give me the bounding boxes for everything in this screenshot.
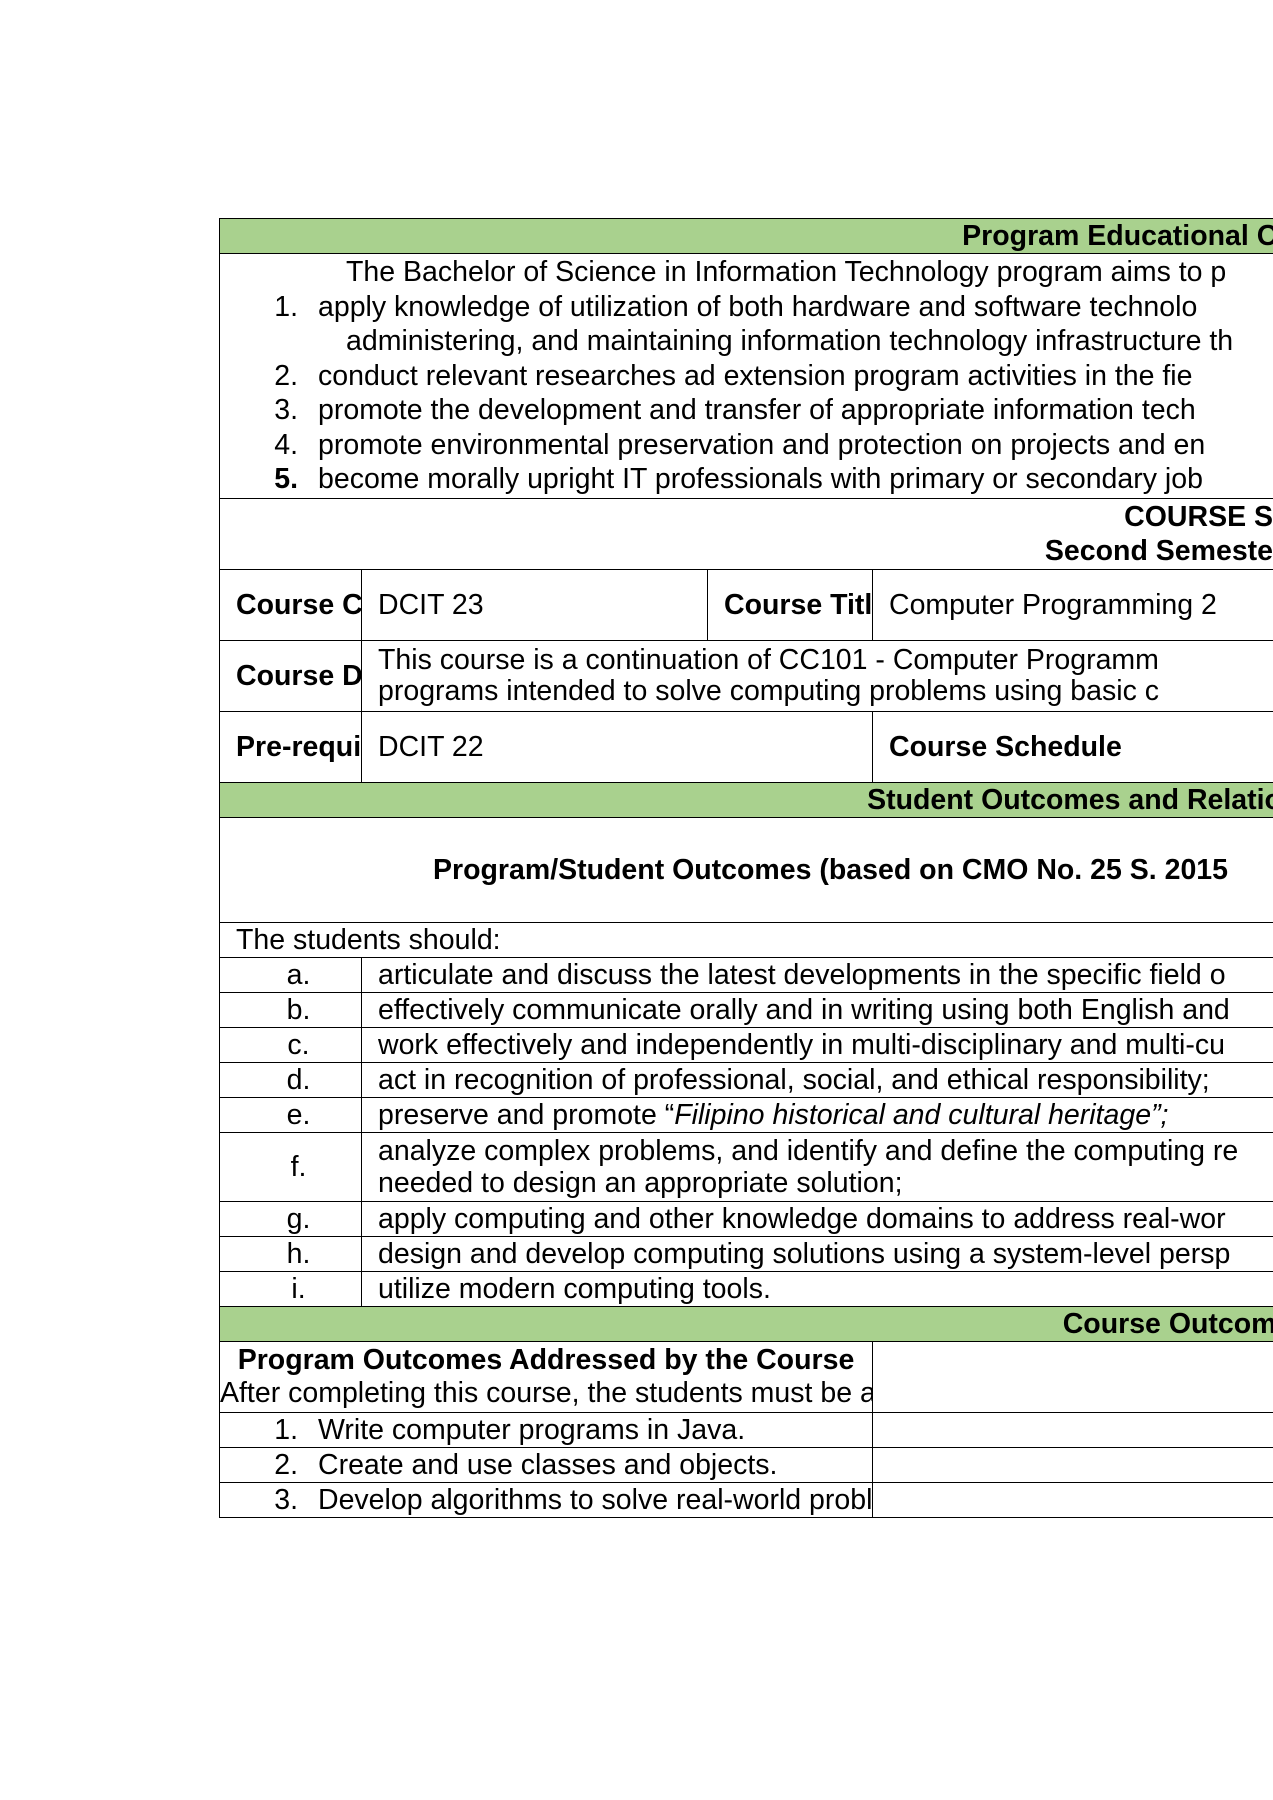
semester-label: Second Semeste xyxy=(1044,535,1273,567)
outcome-letter: f. xyxy=(219,1132,362,1202)
student-outcomes-header: Student Outcomes and Relationship xyxy=(219,782,1273,818)
outcome-letter: c. xyxy=(219,1027,362,1063)
peo-item-1: 1. apply knowledge of utilization of both… xyxy=(274,290,1198,323)
course-outcomes-subheader: Program Outcomes Addressed by the Course xyxy=(237,1344,855,1376)
prerequisites: DCIT 22 xyxy=(361,711,873,783)
peo-item-1-continued: administering, and maintaining informati… xyxy=(346,325,1234,358)
course-title-label: Course Title xyxy=(707,569,873,641)
outcome-text: work effectively and independently in mu… xyxy=(360,1027,1273,1063)
course-description: This course is a continuation of CC101 -… xyxy=(360,640,1273,712)
course-outcomes-side-cell xyxy=(871,1341,1273,1413)
outcome-text: articulate and discuss the latest develo… xyxy=(360,957,1273,993)
outcome-letter: a. xyxy=(219,957,362,993)
outcome-letter: h. xyxy=(219,1236,362,1272)
syllabus-title: COURSE S xyxy=(1124,501,1273,533)
course-code: DCIT 23 xyxy=(361,569,708,641)
outcome-text: utilize modern computing tools. xyxy=(360,1271,1273,1307)
course-outcome-item: 2. Create and use classes and objects. xyxy=(219,1447,873,1483)
course-outcome-item: 3. Develop algorithms to solve real-world… xyxy=(219,1482,873,1518)
peo-item-5: 5. become morally upright IT professional… xyxy=(274,463,1203,496)
course-outcomes-lead: After completing this course, the studen… xyxy=(220,1377,872,1409)
outcome-text: analyze complex problems, and identify a… xyxy=(360,1132,1273,1202)
outcome-letter: i. xyxy=(219,1271,362,1307)
peo-item-2: 2. conduct relevant researches ad extensi… xyxy=(274,359,1193,392)
peo-intro: The Bachelor of Science in Information T… xyxy=(346,256,1227,289)
syllabus-title-cell: COURSE S Second Semeste xyxy=(219,498,1273,570)
outcome-letter: e. xyxy=(219,1097,362,1133)
peo-header: Program Educational Objectives xyxy=(219,218,1273,254)
peo-item-3: 3. promote the development and transfer o… xyxy=(274,394,1196,427)
outcome-text: design and develop computing solutions u… xyxy=(360,1236,1273,1272)
peo-item-4: 4. promote environmental preservation and… xyxy=(274,428,1206,461)
course-description-label: Course Description xyxy=(219,640,362,712)
student-outcomes-subheader: Program/Student Outcomes (based on CMO N… xyxy=(219,817,1273,923)
outcome-letter: g. xyxy=(219,1201,362,1237)
course-title: Computer Programming 2 xyxy=(871,569,1273,641)
outcome-text: preserve and promote “Filipino historica… xyxy=(360,1097,1273,1133)
course-code-label: Course Code xyxy=(219,569,362,641)
prerequisites-label: Pre-requisites xyxy=(219,711,362,783)
course-schedule-label: Course Schedule xyxy=(871,711,1273,783)
outcome-letter: d. xyxy=(219,1062,362,1098)
course-outcomes-subheader-cell: Program Outcomes Addressed by the Course… xyxy=(219,1341,873,1413)
outcome-letter: b. xyxy=(219,992,362,1028)
outcome-text: act in recognition of professional, soci… xyxy=(360,1062,1273,1098)
outcome-text: apply computing and other knowledge doma… xyxy=(360,1201,1273,1237)
peo-list: The Bachelor of Science in Information T… xyxy=(219,253,1273,499)
outcome-text: effectively communicate orally and in wr… xyxy=(360,992,1273,1028)
course-outcomes-header: Course Outcomes and Relati xyxy=(219,1306,1273,1342)
students-should-lead: The students should: xyxy=(219,922,1273,958)
course-outcome-item: 1. Write computer programs in Java. xyxy=(219,1412,873,1448)
syllabus-table: Program Educational Objectives The Bache… xyxy=(219,218,1273,1518)
syllabus-document: Program Educational Objectives The Bache… xyxy=(219,218,1273,1550)
